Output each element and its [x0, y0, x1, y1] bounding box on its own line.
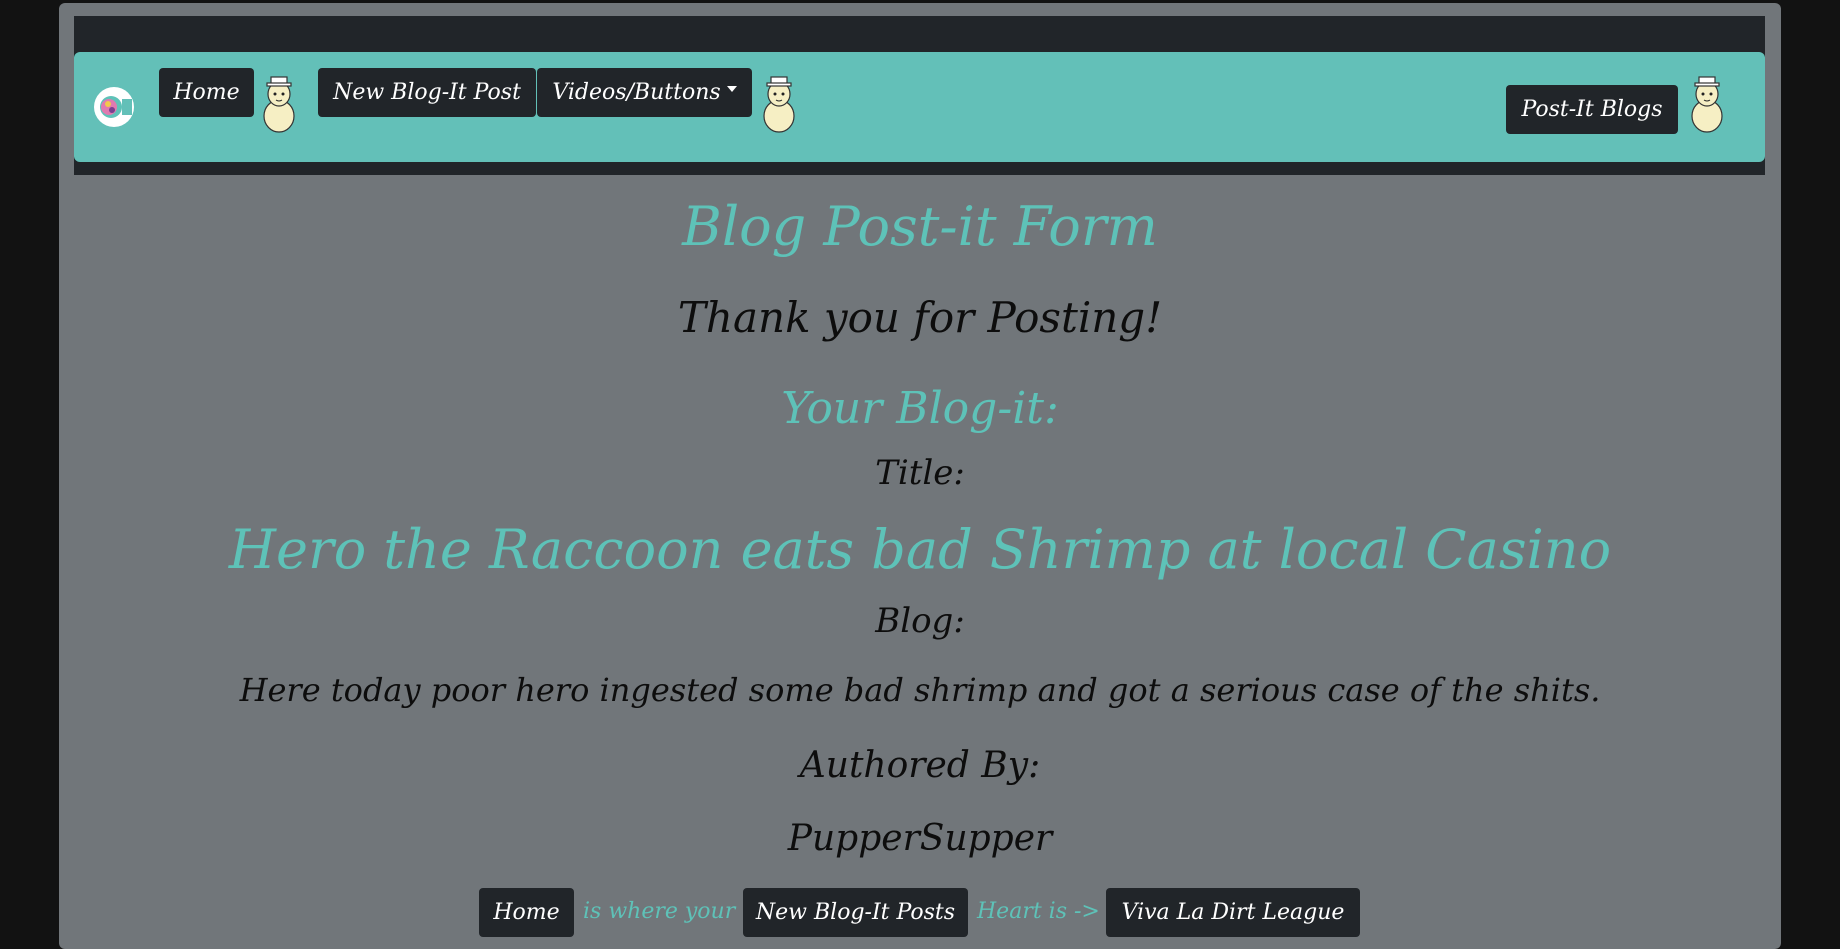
author-name: PupperSupper [787, 818, 1053, 859]
llama-icon [1688, 74, 1726, 138]
thanks-message: Thank you for Posting! [677, 293, 1163, 342]
caret-down-icon [726, 85, 737, 92]
blog-title: Hero the Raccoon eats bad Shrimp at loca… [228, 518, 1612, 581]
authored-label: Authored By: [799, 745, 1041, 786]
llama-icon [260, 74, 298, 138]
footer-text-where: is where your [583, 899, 736, 924]
footer-home-button[interactable]: Home [479, 888, 574, 937]
footer-text-heart: Heart is -> [977, 899, 1100, 924]
page-panel: Home New Blog-It Post Videos/Buttons Pos… [59, 3, 1781, 949]
page-title: Blog Post-it Form [682, 195, 1158, 258]
nav-post-it-blogs-button[interactable]: Post-It Blogs [1506, 85, 1678, 134]
blog-body: Here today poor hero ingested some bad s… [239, 671, 1601, 709]
nav-home-button[interactable]: Home [159, 68, 254, 117]
your-blog-heading: Your Blog-it: [781, 383, 1059, 434]
blog-label: Blog: [875, 601, 965, 641]
nav-new-post-button[interactable]: New Blog-It Post [318, 68, 536, 117]
nav-videos-label: Videos/Buttons [552, 80, 721, 105]
title-label: Title: [875, 453, 965, 493]
llama-icon [760, 74, 798, 138]
logo-icon[interactable] [94, 87, 134, 127]
nav-videos-dropdown[interactable]: Videos/Buttons [537, 68, 752, 117]
navbar: Home New Blog-It Post Videos/Buttons Pos… [74, 52, 1765, 162]
footer-vldl-button[interactable]: Viva La Dirt League [1106, 888, 1360, 937]
footer-new-posts-button[interactable]: New Blog-It Posts [743, 888, 968, 937]
